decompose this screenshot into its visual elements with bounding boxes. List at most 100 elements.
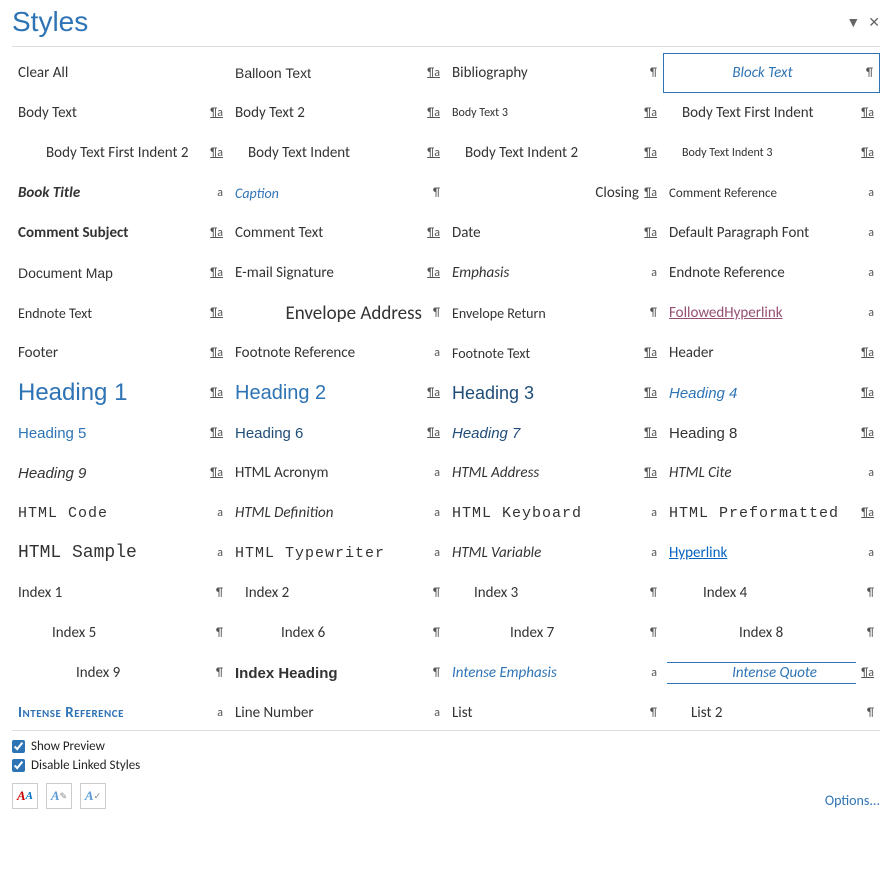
options-link[interactable]: Options...	[825, 792, 880, 809]
style-item[interactable]: List¶	[446, 693, 663, 731]
linked-marker-icon[interactable]: ¶a	[422, 106, 442, 120]
style-item[interactable]: HTML Preformatted¶a	[663, 493, 880, 533]
char-marker-icon[interactable]: a	[639, 506, 659, 520]
style-item[interactable]: HTML Codea	[12, 493, 229, 533]
disable-linked-toggle[interactable]: Disable Linked Styles	[12, 758, 880, 773]
linked-marker-icon[interactable]: ¶a	[422, 386, 442, 400]
style-item[interactable]: Index 5¶	[12, 613, 229, 653]
char-marker-icon[interactable]: a	[856, 186, 876, 200]
char-marker-icon[interactable]: a	[422, 546, 442, 560]
style-item[interactable]: Heading 6¶a	[229, 413, 446, 453]
style-item[interactable]: Heading 1¶a	[12, 373, 229, 413]
style-item[interactable]: Footer¶a	[12, 333, 229, 373]
para-marker-icon[interactable]: ¶	[205, 626, 225, 640]
para-marker-icon[interactable]: ¶	[639, 626, 659, 640]
style-item[interactable]: Closing¶a	[446, 173, 663, 213]
style-item[interactable]: Header¶a	[663, 333, 880, 373]
linked-marker-icon[interactable]: ¶a	[422, 266, 442, 280]
linked-marker-icon[interactable]: ¶a	[639, 146, 659, 160]
linked-marker-icon[interactable]: ¶a	[422, 426, 442, 440]
style-item[interactable]: HTML Samplea	[12, 533, 229, 573]
linked-marker-icon[interactable]: ¶a	[639, 426, 659, 440]
linked-marker-icon[interactable]: ¶a	[422, 66, 442, 80]
style-item[interactable]: Comment Text¶a	[229, 213, 446, 253]
para-marker-icon[interactable]: ¶	[855, 66, 875, 80]
style-item[interactable]: Intense Emphasisa	[446, 653, 663, 693]
style-item[interactable]: Body Text Indent 2¶a	[446, 133, 663, 173]
style-item[interactable]: Clear All	[12, 53, 229, 93]
style-item[interactable]: Heading 9¶a	[12, 453, 229, 493]
char-marker-icon[interactable]: a	[639, 546, 659, 560]
style-item[interactable]: Index 9¶	[12, 653, 229, 693]
char-marker-icon[interactable]: a	[422, 346, 442, 360]
linked-marker-icon[interactable]: ¶a	[205, 386, 225, 400]
para-marker-icon[interactable]: ¶	[639, 306, 659, 320]
char-marker-icon[interactable]: a	[205, 706, 225, 720]
para-marker-icon[interactable]: ¶	[422, 586, 442, 600]
style-item[interactable]: Default Paragraph Fonta	[663, 213, 880, 253]
linked-marker-icon[interactable]: ¶a	[856, 386, 876, 400]
para-marker-icon[interactable]: ¶	[422, 666, 442, 680]
linked-marker-icon[interactable]: ¶a	[639, 386, 659, 400]
linked-marker-icon[interactable]: ¶a	[205, 466, 225, 480]
style-item[interactable]: Book Titlea	[12, 173, 229, 213]
char-marker-icon[interactable]: a	[422, 506, 442, 520]
style-item[interactable]: Bibliography¶	[446, 53, 663, 93]
para-marker-icon[interactable]: ¶	[856, 706, 876, 720]
style-item[interactable]: HTML Keyboarda	[446, 493, 663, 533]
style-item[interactable]: HTML Typewritera	[229, 533, 446, 573]
style-item[interactable]: Document Map¶a	[12, 253, 229, 293]
style-item[interactable]: Block Text¶	[663, 53, 880, 93]
linked-marker-icon[interactable]: ¶a	[856, 666, 876, 680]
linked-marker-icon[interactable]: ¶a	[856, 426, 876, 440]
para-marker-icon[interactable]: ¶	[422, 306, 442, 320]
char-marker-icon[interactable]: a	[856, 466, 876, 480]
new-style-button[interactable]: AA	[12, 783, 38, 809]
linked-marker-icon[interactable]: ¶a	[639, 466, 659, 480]
linked-marker-icon[interactable]: ¶a	[205, 306, 225, 320]
show-preview-toggle[interactable]: Show Preview	[12, 739, 880, 754]
linked-marker-icon[interactable]: ¶a	[639, 186, 659, 200]
style-item[interactable]: Comment Subject¶a	[12, 213, 229, 253]
style-item[interactable]: Body Text First Indent 2¶a	[12, 133, 229, 173]
style-item[interactable]: Balloon Text¶a	[229, 53, 446, 93]
linked-marker-icon[interactable]: ¶a	[856, 146, 876, 160]
style-item[interactable]: Index 4¶	[663, 573, 880, 613]
char-marker-icon[interactable]: a	[856, 226, 876, 240]
style-item[interactable]: Heading 7¶a	[446, 413, 663, 453]
show-preview-checkbox[interactable]	[12, 740, 25, 753]
char-marker-icon[interactable]: a	[205, 546, 225, 560]
style-item[interactable]: List 2¶	[663, 693, 880, 731]
style-item[interactable]: HTML Acronyma	[229, 453, 446, 493]
style-inspector-button[interactable]: A✎	[46, 783, 72, 809]
style-item[interactable]: E-mail Signature¶a	[229, 253, 446, 293]
style-item[interactable]: Footnote Text¶a	[446, 333, 663, 373]
pane-dropdown-icon[interactable]: ▼	[846, 14, 860, 31]
style-item[interactable]: Line Numbera	[229, 693, 446, 731]
style-item[interactable]: Index 6¶	[229, 613, 446, 653]
para-marker-icon[interactable]: ¶	[639, 586, 659, 600]
style-item[interactable]: Emphasisa	[446, 253, 663, 293]
style-item[interactable]: Footnote Referencea	[229, 333, 446, 373]
style-item[interactable]: Index 3¶	[446, 573, 663, 613]
para-marker-icon[interactable]: ¶	[422, 186, 442, 200]
char-marker-icon[interactable]: a	[422, 466, 442, 480]
para-marker-icon[interactable]: ¶	[639, 66, 659, 80]
linked-marker-icon[interactable]: ¶a	[639, 226, 659, 240]
style-item[interactable]: Envelope Return¶	[446, 293, 663, 333]
para-marker-icon[interactable]: ¶	[856, 586, 876, 600]
para-marker-icon[interactable]: ¶	[422, 626, 442, 640]
linked-marker-icon[interactable]: ¶a	[205, 106, 225, 120]
linked-marker-icon[interactable]: ¶a	[639, 346, 659, 360]
style-item[interactable]: Heading 2¶a	[229, 373, 446, 413]
style-item[interactable]: Caption¶	[229, 173, 446, 213]
linked-marker-icon[interactable]: ¶a	[205, 146, 225, 160]
linked-marker-icon[interactable]: ¶a	[856, 106, 876, 120]
linked-marker-icon[interactable]: ¶a	[856, 346, 876, 360]
style-item[interactable]: Hyperlinka	[663, 533, 880, 573]
style-item[interactable]: Heading 3¶a	[446, 373, 663, 413]
style-item[interactable]: Body Text Indent¶a	[229, 133, 446, 173]
style-item[interactable]: Body Text 2¶a	[229, 93, 446, 133]
char-marker-icon[interactable]: a	[205, 506, 225, 520]
style-item[interactable]: Heading 8¶a	[663, 413, 880, 453]
